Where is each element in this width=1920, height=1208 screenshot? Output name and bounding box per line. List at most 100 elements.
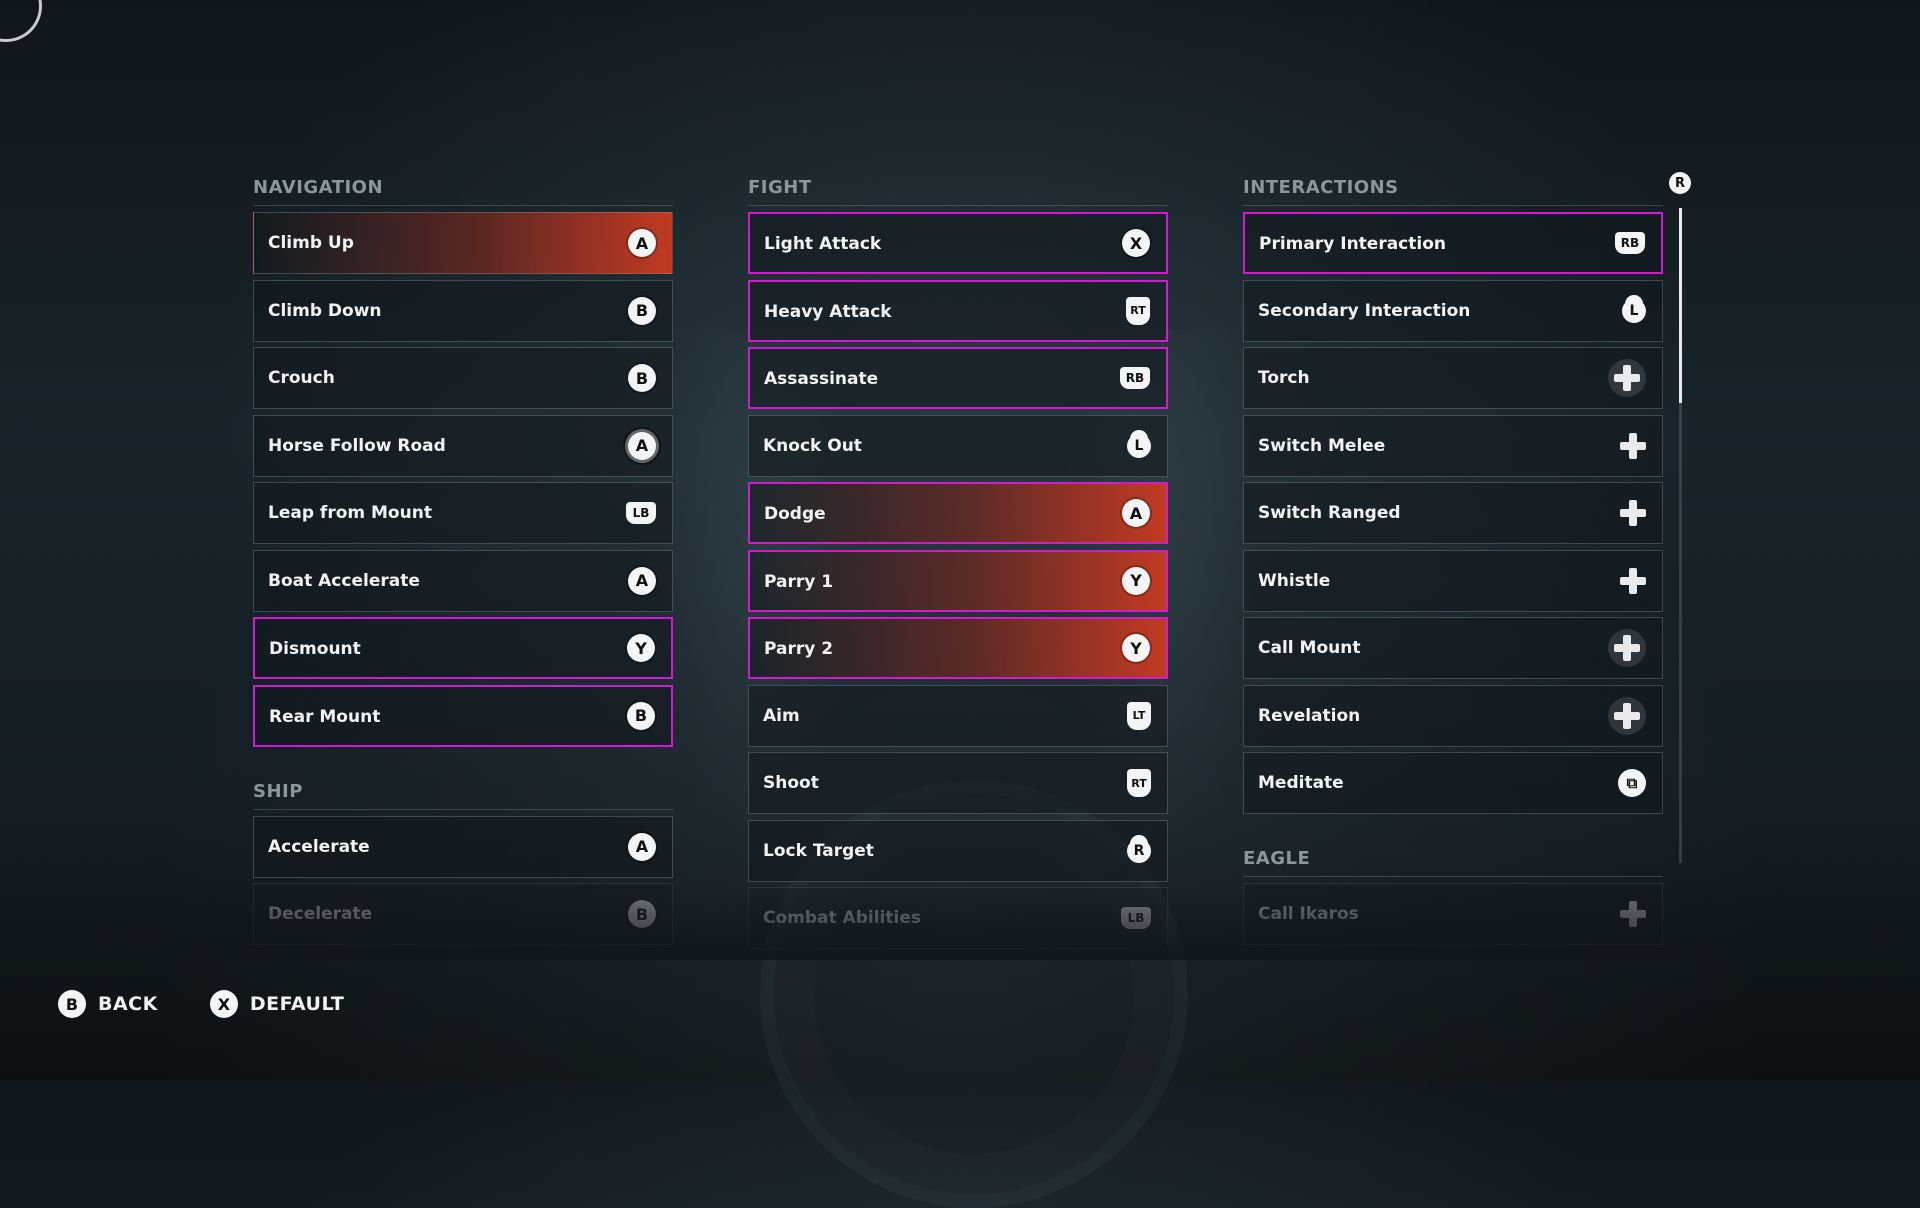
binding-row-shoot[interactable]: Shoot RT <box>748 752 1168 814</box>
binding-row-call-mount[interactable]: Call Mount <box>1243 617 1663 679</box>
binding-label: Shoot <box>763 773 819 793</box>
binding-label: Call Ikaros <box>1258 904 1359 924</box>
x-button-icon: X <box>1122 229 1150 257</box>
binding-label: Crouch <box>268 368 335 388</box>
binding-row-climb-down[interactable]: Climb Down B <box>253 279 673 342</box>
binding-label: Combat Abilities <box>763 908 921 928</box>
section-title-ship: SHIP <box>253 779 673 810</box>
binding-label: Climb Down <box>268 300 382 321</box>
binding-row-decelerate[interactable]: Decelerate B <box>253 883 673 945</box>
binding-label: Switch Ranged <box>1258 503 1401 523</box>
binding-label: Parry 1 <box>764 571 834 592</box>
binding-row-combat-abilities[interactable]: Combat Abilities LB <box>748 887 1168 949</box>
binding-label: Secondary Interaction <box>1258 300 1471 321</box>
binding-row-accelerate[interactable]: Accelerate A <box>253 815 673 878</box>
dpad-left-icon <box>1620 500 1646 526</box>
corner-ring-decoration <box>0 0 42 42</box>
binding-label: Assassinate <box>764 369 879 389</box>
lb-button-icon: LB <box>1121 907 1151 929</box>
binding-row-switch-ranged[interactable]: Switch Ranged <box>1243 482 1663 544</box>
binding-label: Dismount <box>269 639 361 659</box>
binding-label: Accelerate <box>268 836 370 857</box>
binding-label: Call Mount <box>1258 638 1361 658</box>
scrollbar-thumb[interactable] <box>1679 208 1682 403</box>
binding-row-parry-1[interactable]: Parry 1 Y <box>748 549 1168 612</box>
binding-row-lock-target[interactable]: Lock Target R <box>748 819 1168 882</box>
binding-label: Meditate <box>1258 773 1344 793</box>
a-button-icon: A <box>628 832 656 861</box>
binding-row-assassinate[interactable]: Assassinate RB <box>748 347 1168 409</box>
lb-button-icon: LB <box>626 502 656 524</box>
rb-button-icon: RB <box>1615 232 1645 254</box>
binding-label: Boat Accelerate <box>268 570 420 591</box>
binding-row-dodge[interactable]: Dodge A <box>748 482 1168 544</box>
binding-label: Leap from Mount <box>268 503 432 523</box>
binding-label: Heavy Attack <box>764 301 892 322</box>
fight-column: FIGHT Light Attack X Heavy Attack RT Ass… <box>748 175 1168 955</box>
binding-row-crouch[interactable]: Crouch B <box>253 347 673 409</box>
binding-label: Revelation <box>1258 705 1361 726</box>
binding-row-climb-up[interactable]: Climb Up A <box>253 212 673 274</box>
x-button-icon: X <box>209 990 238 1018</box>
binding-row-switch-melee[interactable]: Switch Melee <box>1243 414 1663 477</box>
binding-row-meditate[interactable]: Meditate ⧉ <box>1243 752 1663 814</box>
binding-row-call-ikaros[interactable]: Call Ikaros <box>1243 883 1663 945</box>
binding-row-primary-interaction[interactable]: Primary Interaction RB <box>1243 212 1663 274</box>
rt-trigger-icon: RT <box>1127 769 1151 797</box>
rt-trigger-icon: RT <box>1126 296 1150 325</box>
interactions-column: INTERACTIONS Primary Interaction RB Seco… <box>1243 175 1663 951</box>
binding-row-rear-mount[interactable]: Rear Mount B <box>253 684 673 747</box>
binding-row-whistle[interactable]: Whistle <box>1243 549 1663 612</box>
binding-label: Climb Up <box>268 233 354 253</box>
back-prompt[interactable]: B BACK <box>58 990 158 1018</box>
y-button-icon: Y <box>627 634 655 662</box>
footer-prompts: B BACK X DEFAULT <box>58 990 344 1018</box>
b-button-icon: B <box>627 701 655 730</box>
left-stick-press-icon: L <box>1127 433 1151 458</box>
scrollbar[interactable] <box>1679 208 1682 863</box>
view-button-icon: ⧉ <box>1618 769 1646 797</box>
binding-label: Horse Follow Road <box>268 435 446 456</box>
b-button-icon: B <box>628 900 656 928</box>
right-stick-press-icon: R <box>1127 838 1151 863</box>
binding-label: Parry 2 <box>764 639 834 659</box>
a-button-icon: A <box>628 229 656 257</box>
binding-row-torch[interactable]: Torch <box>1243 347 1663 409</box>
default-label: DEFAULT <box>249 993 345 1015</box>
y-button-icon: Y <box>1122 634 1150 662</box>
binding-label: Rear Mount <box>269 706 381 727</box>
binding-row-secondary-interaction[interactable]: Secondary Interaction L <box>1243 279 1663 342</box>
binding-row-revelation[interactable]: Revelation <box>1243 684 1663 747</box>
binding-label: Knock Out <box>763 435 862 456</box>
dpad-down-hold-icon <box>1608 629 1646 667</box>
binding-label: Primary Interaction <box>1259 234 1446 254</box>
binding-row-light-attack[interactable]: Light Attack X <box>748 212 1168 274</box>
binding-label: Aim <box>763 705 800 726</box>
y-button-icon: Y <box>1122 566 1150 595</box>
binding-row-heavy-attack[interactable]: Heavy Attack RT <box>748 279 1168 342</box>
binding-row-dismount[interactable]: Dismount Y <box>253 617 673 679</box>
binding-row-parry-2[interactable]: Parry 2 Y <box>748 617 1168 679</box>
a-button-hold-icon: A <box>628 431 656 460</box>
binding-label: Torch <box>1258 368 1310 388</box>
section-title-fight: FIGHT <box>748 175 1168 206</box>
dpad-down-icon <box>1620 567 1646 594</box>
binding-row-knock-out[interactable]: Knock Out L <box>748 414 1168 477</box>
section-title-interactions: INTERACTIONS <box>1243 175 1663 206</box>
binding-row-boat-accelerate[interactable]: Boat Accelerate A <box>253 549 673 612</box>
binding-label: Light Attack <box>764 234 882 254</box>
default-prompt[interactable]: X DEFAULT <box>209 990 345 1018</box>
a-button-icon: A <box>1122 499 1150 527</box>
b-button-icon: B <box>628 296 656 325</box>
binding-row-leap-from-mount[interactable]: Leap from Mount LB <box>253 482 673 544</box>
dpad-right-hold-icon <box>1608 359 1646 397</box>
binding-row-horse-follow-road[interactable]: Horse Follow Road A <box>253 414 673 477</box>
a-button-icon: A <box>628 566 656 595</box>
dpad-right-icon <box>1620 432 1646 459</box>
binding-label: Decelerate <box>268 904 373 924</box>
binding-row-aim[interactable]: Aim LT <box>748 684 1168 747</box>
right-stick-scroll-icon: R <box>1669 172 1691 194</box>
rb-button-icon: RB <box>1120 367 1150 389</box>
lt-trigger-icon: LT <box>1127 701 1151 730</box>
back-label: BACK <box>98 993 158 1015</box>
